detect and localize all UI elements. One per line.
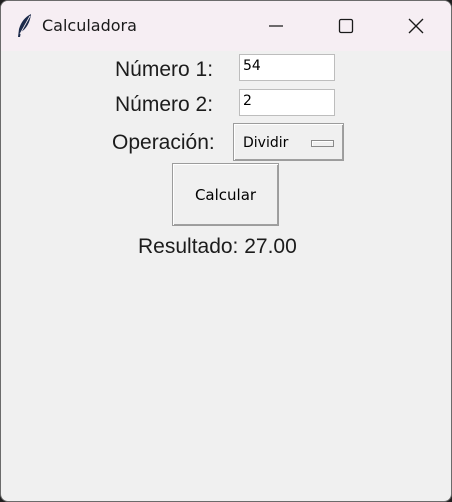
calcular-button[interactable]: Calcular (172, 163, 279, 226)
numero1-label: Número 1: (115, 58, 214, 81)
minimize-button[interactable] (241, 1, 311, 51)
option-menu-indicator-icon (311, 140, 334, 147)
close-button[interactable] (381, 1, 451, 51)
numero2-label: Número 2: (115, 93, 214, 116)
operacion-selected-value: Dividir (243, 135, 289, 151)
close-icon (408, 18, 424, 34)
title-bar[interactable]: Calculadora (1, 1, 451, 51)
operacion-select[interactable]: Dividir (233, 123, 344, 161)
numero1-field[interactable]: 54 (239, 54, 335, 81)
resultado-label: Resultado: 27.00 (138, 235, 297, 258)
maximize-button[interactable] (311, 1, 381, 51)
numero2-field[interactable]: 2 (239, 89, 335, 116)
window-title: Calculadora (42, 16, 137, 35)
feather-icon (18, 14, 31, 37)
minimize-icon (269, 25, 283, 27)
operacion-label: Operación: (112, 131, 215, 154)
calculator-window: Calculadora Número 1: 54 Número 2: 2 Ope… (0, 0, 452, 502)
maximize-icon (338, 18, 354, 34)
